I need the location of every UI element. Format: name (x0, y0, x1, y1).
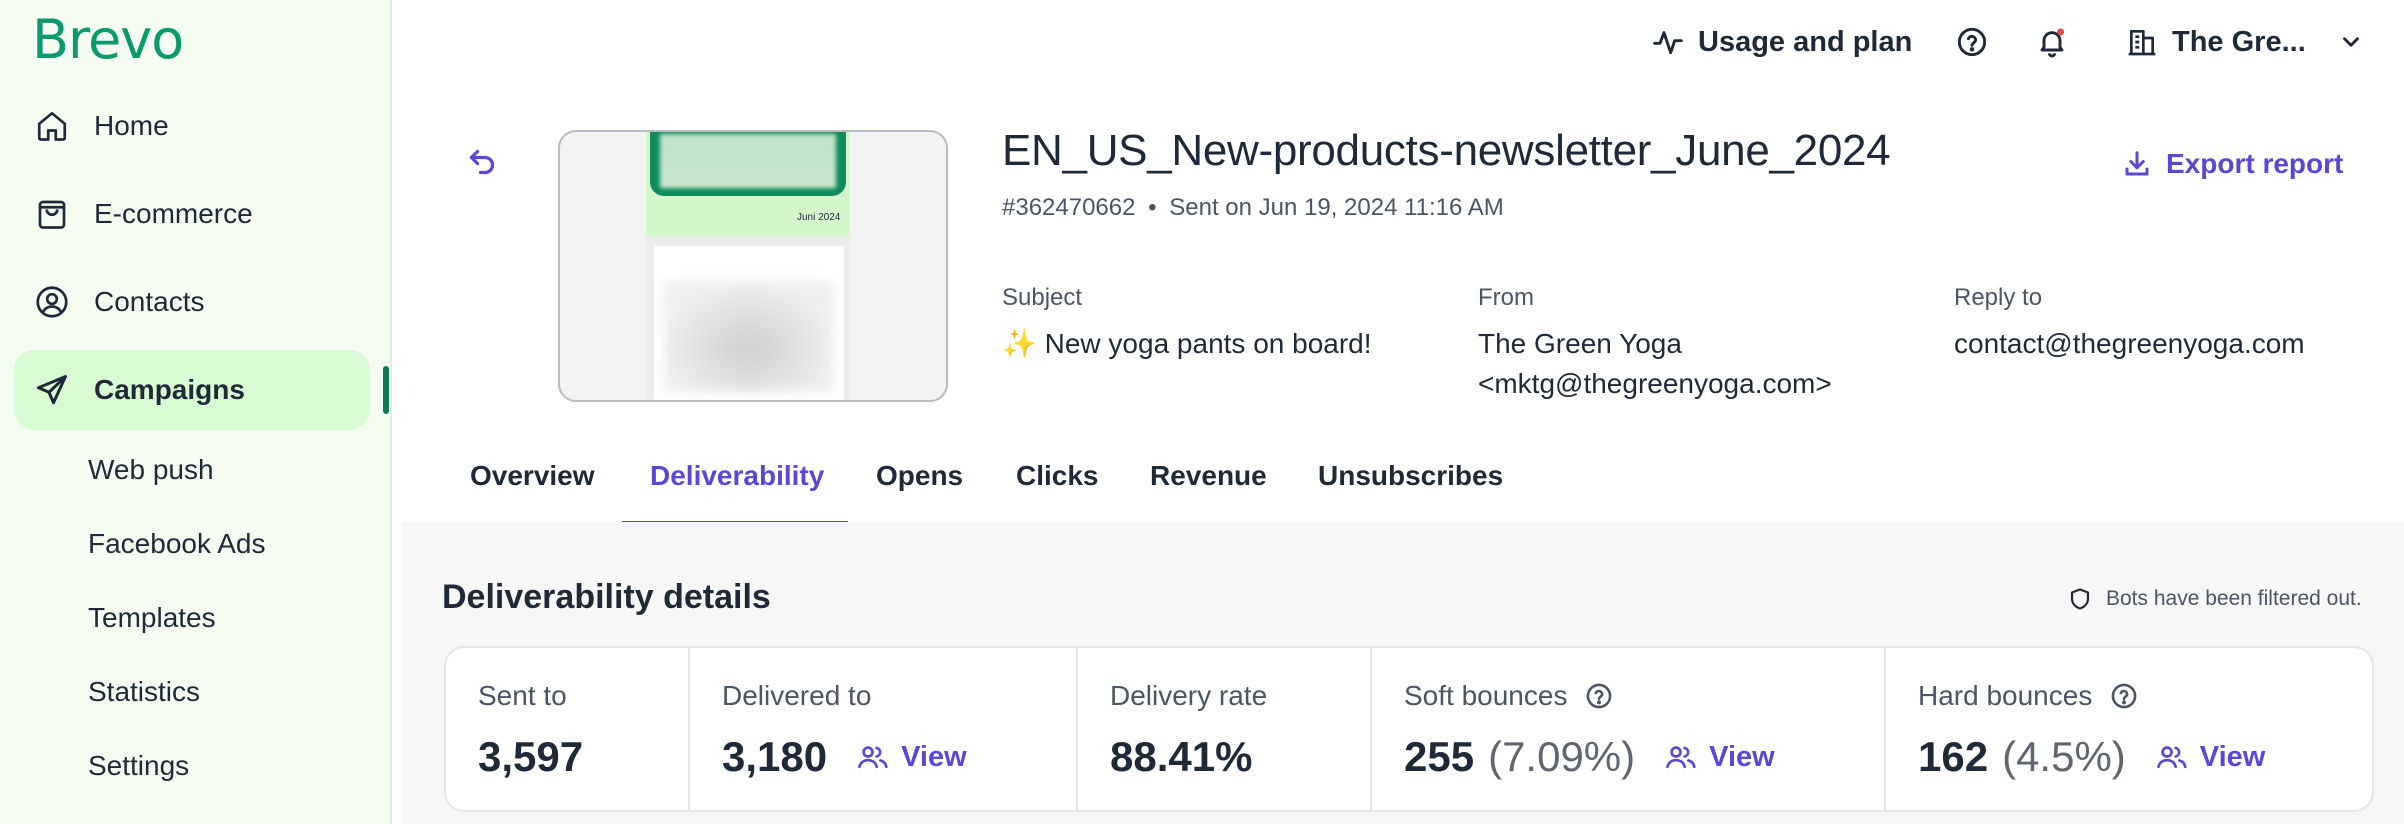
usage-and-plan-label: Usage and plan (1698, 25, 1913, 58)
sidebar-item-label: Contacts (94, 286, 205, 317)
sidebar-subitem-settings[interactable]: Settings (88, 750, 189, 782)
sidebar-item-label: Campaigns (94, 374, 245, 405)
brevo-logo[interactable]: Brevo (32, 8, 184, 71)
campaign-sent-date: Sent on Jun 19, 2024 11:16 AM (1169, 194, 1504, 221)
account-name: The Gre... (2172, 25, 2306, 58)
notifications-button[interactable] (2036, 22, 2068, 62)
sidebar-item-home[interactable]: Home (14, 86, 370, 166)
shopping-bag-icon (34, 196, 70, 232)
activity-icon (1653, 31, 1683, 55)
download-icon (2125, 151, 2149, 176)
delivered-to-number: 3,180 (722, 733, 828, 780)
back-button[interactable] (464, 144, 500, 180)
hard-bounces-percent: (4.5%) (2002, 733, 2126, 780)
soft-bounces-number: 255 (1404, 733, 1475, 780)
home-icon (34, 108, 70, 144)
tab-deliverability[interactable]: Deliverability (650, 460, 824, 492)
soft-bounces-value: 255 (7.09%) View (1404, 732, 1775, 782)
campaign-title: EN_US_New-products-newsletter_June_2024 (1002, 126, 1891, 175)
users-icon (2156, 746, 2187, 769)
back-arrow-icon (469, 149, 495, 175)
delivery-rate-label: Delivery rate (1110, 680, 1268, 711)
tab-clicks[interactable]: Clicks (1016, 460, 1099, 492)
soft-bounces-percent: (7.09%) (1488, 733, 1636, 780)
soft-bounces-label: Soft bounces (1404, 676, 1613, 716)
chevron-down-icon (2342, 37, 2359, 47)
sidebar-subitem-templates[interactable]: Templates (88, 602, 216, 634)
from-label: From (1478, 284, 1534, 311)
user-circle-icon (34, 284, 70, 320)
delivered-to-value: 3,180 View (722, 732, 967, 782)
active-indicator (383, 366, 389, 414)
soft-bounces-view-link[interactable]: View (1665, 741, 1775, 774)
shield-icon (2070, 588, 2090, 610)
users-icon (1666, 746, 1696, 769)
sent-to-number: 3,597 (478, 733, 584, 780)
tab-overview[interactable]: Overview (470, 460, 595, 492)
usage-and-plan-button[interactable]: Usage and plan (1652, 22, 1912, 62)
tab-revenue[interactable]: Revenue (1150, 460, 1267, 492)
divider (1076, 648, 1078, 810)
sidebar-item-contacts[interactable]: Contacts (14, 262, 370, 342)
sent-to-label: Sent to (478, 680, 567, 711)
divider (1884, 648, 1886, 810)
hard-bounces-label: Hard bounces (1918, 676, 2138, 716)
divider (688, 648, 690, 810)
hard-bounces-text: Hard bounces (1918, 680, 2093, 711)
hard-bounces-view-link[interactable]: View (2156, 740, 2266, 774)
help-icon[interactable] (1585, 682, 1613, 710)
campaign-id: #362470662 (1002, 194, 1136, 221)
tab-unsubscribes[interactable]: Unsubscribes (1318, 460, 1503, 492)
hard-bounces-value: 162 (4.5%) View (1918, 732, 2265, 782)
email-preview-thumbnail[interactable]: Juni 2024 (558, 130, 948, 402)
sidebar: Brevo Home E-commerce Contacts Campaigns… (0, 0, 392, 824)
account-switcher[interactable]: The Gre... (2126, 22, 2364, 62)
help-button[interactable] (1956, 22, 1988, 62)
preview-header-image (660, 134, 836, 188)
delivered-view-link[interactable]: View (857, 741, 967, 774)
sent-to-value: 3,597 (478, 732, 583, 782)
soft-bounces-text: Soft bounces (1404, 680, 1568, 711)
help-icon (1957, 27, 1987, 57)
users-icon (858, 746, 888, 769)
from-value: The Green Yoga <mktg@thegreenyoga.com> (1478, 324, 1832, 404)
building-icon (2128, 30, 2156, 56)
reply-to-value: contact@thegreenyoga.com (1954, 328, 2305, 359)
section-title: Deliverability details (442, 578, 771, 616)
sidebar-item-label: Home (94, 110, 169, 141)
delivery-rate-value: 88.41% (1110, 732, 1252, 782)
view-label: View (2199, 740, 2266, 773)
preview-body-image (664, 282, 834, 392)
tab-opens[interactable]: Opens (876, 460, 963, 492)
sidebar-subitem-web-push[interactable]: Web push (88, 454, 214, 486)
reply-to-label: Reply to (1954, 284, 2043, 311)
paper-plane-icon (34, 372, 70, 408)
view-label: View (1709, 740, 1775, 773)
hard-bounces-number: 162 (1918, 733, 1989, 780)
sidebar-item-ecommerce[interactable]: E-commerce (14, 174, 370, 254)
sidebar-item-label: E-commerce (94, 198, 253, 229)
bots-filter-label: Bots have been filtered out. (2106, 587, 2362, 610)
export-report-button[interactable]: Export report (2122, 146, 2343, 182)
export-report-label: Export report (2166, 148, 2344, 179)
view-label: View (901, 740, 967, 773)
from-name: The Green Yoga (1478, 328, 1682, 359)
campaign-meta: #362470662 • Sent on Jun 19, 2024 11:16 … (1002, 194, 1504, 222)
from-email: <mktg@thegreenyoga.com> (1478, 368, 1832, 399)
sidebar-item-campaigns[interactable]: Campaigns (14, 350, 370, 430)
divider (1370, 648, 1372, 810)
subject-value: ✨ New yoga pants on board! (1002, 328, 1372, 359)
meta-separator: • (1148, 194, 1157, 221)
bell-icon (2040, 28, 2065, 58)
stats-card (444, 646, 2374, 812)
help-icon[interactable] (2110, 682, 2138, 710)
bots-filter-note: Bots have been filtered out. (2068, 584, 2362, 614)
subject-label: Subject (1002, 284, 1083, 311)
preview-date: Juni 2024 (797, 212, 841, 223)
delivered-to-label: Delivered to (722, 680, 872, 711)
delivery-rate-number: 88.41% (1110, 733, 1253, 780)
sidebar-subitem-facebook-ads[interactable]: Facebook Ads (88, 528, 265, 560)
sidebar-subitem-statistics[interactable]: Statistics (88, 676, 200, 708)
